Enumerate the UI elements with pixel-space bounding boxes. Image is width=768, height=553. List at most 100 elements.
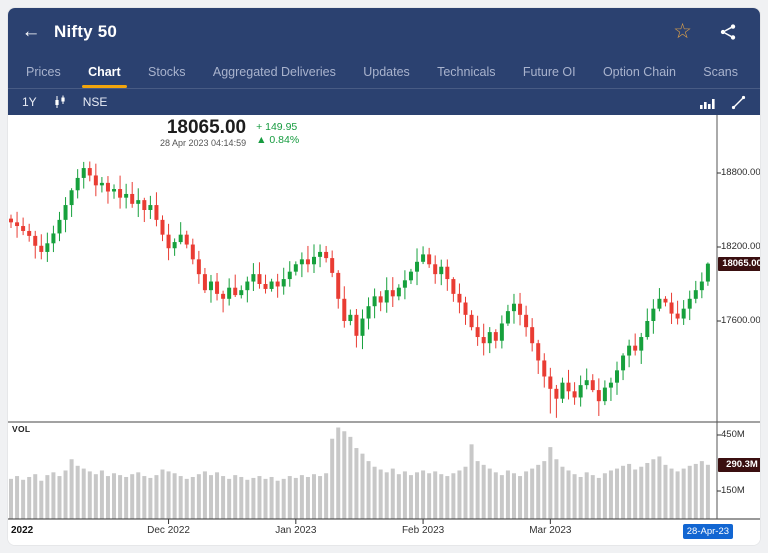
candle-body: [421, 254, 425, 261]
candle-body: [21, 226, 25, 231]
candle-body: [700, 282, 704, 291]
volume-bar: [173, 473, 177, 519]
tab-bar: Prices Chart Stocks Aggregated Deliveries Up…: [8, 55, 760, 88]
candle-body: [15, 222, 19, 226]
volume-bar: [415, 472, 419, 519]
candle-body: [409, 272, 413, 281]
tab-future-oi[interactable]: Future OI: [517, 55, 582, 88]
candle-body: [512, 304, 516, 311]
volume-bar: [367, 461, 371, 519]
candle-body: [64, 205, 68, 220]
volume-bar: [391, 469, 395, 519]
volume-bar: [657, 456, 661, 519]
volume-bar: [585, 472, 589, 519]
timeframe-button[interactable]: 1Y: [22, 95, 37, 109]
candle-body: [451, 279, 455, 294]
volume-bar: [397, 474, 401, 519]
volume-bar: [233, 475, 237, 519]
volume-bar: [324, 473, 328, 519]
volume-bar: [627, 464, 631, 519]
volume-bar: [142, 476, 146, 519]
volume-bar: [154, 475, 158, 519]
volume-bar: [354, 448, 358, 519]
candlestick-chart[interactable]: 18065.00 28 Apr 2023 04:14:59 + 149.95 ▲…: [8, 115, 760, 545]
change-percent: ▲ 0.84%: [256, 134, 299, 147]
candle-body: [439, 267, 443, 274]
candle-body: [494, 332, 498, 341]
candle-body: [124, 194, 128, 198]
candle-body: [136, 200, 140, 204]
tab-technicals[interactable]: Technicals: [431, 55, 501, 88]
candle-body: [76, 178, 80, 190]
candle-body: [209, 282, 213, 291]
volume-bar: [688, 466, 692, 519]
date-axis-label: Mar 2023: [520, 525, 580, 536]
volume-bar: [457, 470, 461, 519]
back-button[interactable]: ←: [8, 21, 54, 43]
candle-body: [560, 383, 564, 399]
chart-type-icon[interactable]: [699, 96, 715, 109]
trendline-tool-icon[interactable]: [731, 95, 746, 110]
exchange-toggle[interactable]: NSE: [83, 95, 108, 109]
volume-bar: [76, 466, 80, 519]
tab-aggregated-deliveries[interactable]: Aggregated Deliveries: [207, 55, 342, 88]
candle-body: [45, 243, 49, 252]
volume-bar: [21, 480, 25, 519]
volume-bar: [433, 471, 437, 519]
candle-body: [603, 388, 607, 402]
volume-bar: [45, 475, 49, 519]
chart-canvas[interactable]: [8, 115, 760, 545]
volume-bar: [39, 481, 43, 519]
volume-bar: [136, 472, 140, 519]
volume-bar: [633, 470, 637, 519]
candle-body: [682, 309, 686, 319]
candle-body: [360, 319, 364, 336]
quote-main: 18065.00 28 Apr 2023 04:14:59: [160, 118, 246, 148]
candle-body: [306, 259, 310, 264]
candle-body: [354, 315, 358, 336]
tab-stocks[interactable]: Stocks: [142, 55, 192, 88]
date-axis-label: 2022: [11, 525, 33, 536]
candle-body: [100, 183, 104, 185]
volume-axis-label: 150M: [721, 486, 760, 496]
candle-body: [639, 337, 643, 351]
volume-bar: [106, 476, 110, 519]
candle-body: [142, 200, 146, 210]
candle-body: [330, 258, 334, 273]
volume-bar: [615, 469, 619, 519]
volume-bar: [51, 472, 55, 519]
volume-bar: [403, 471, 407, 519]
candle-body: [676, 314, 680, 319]
tab-updates[interactable]: Updates: [357, 55, 416, 88]
candle-body: [367, 306, 371, 318]
candle-body: [276, 282, 280, 287]
candle-body: [251, 274, 255, 281]
tab-prices[interactable]: Prices: [20, 55, 67, 88]
last-volume-tag: 290.3M: [718, 458, 760, 472]
volume-bar: [621, 466, 625, 519]
volume-bar: [476, 461, 480, 519]
tab-chart[interactable]: Chart: [82, 55, 127, 88]
volume-axis-label: 450M: [721, 430, 760, 440]
tab-option-chain[interactable]: Option Chain: [597, 55, 682, 88]
candle-body: [148, 205, 152, 210]
share-icon-glyph: [718, 22, 738, 42]
volume-bar: [682, 469, 686, 519]
volume-bar: [9, 479, 13, 519]
volume-bar: [379, 470, 383, 519]
volume-bar: [82, 469, 86, 519]
volume-bar: [27, 477, 31, 519]
tab-scans[interactable]: Scans: [697, 55, 744, 88]
share-icon[interactable]: [718, 22, 738, 42]
volume-bar: [439, 474, 443, 519]
volume-bar: [239, 477, 243, 519]
candle-body: [657, 299, 661, 309]
volume-bar: [573, 474, 577, 519]
candle-body: [336, 273, 340, 299]
favorite-star-icon[interactable]: ☆: [673, 21, 692, 42]
candle-body: [191, 245, 195, 260]
candle-body: [573, 391, 577, 397]
candle-style-icon[interactable]: [53, 95, 67, 109]
volume-bar: [639, 467, 643, 519]
trendline-glyph: [731, 95, 746, 110]
